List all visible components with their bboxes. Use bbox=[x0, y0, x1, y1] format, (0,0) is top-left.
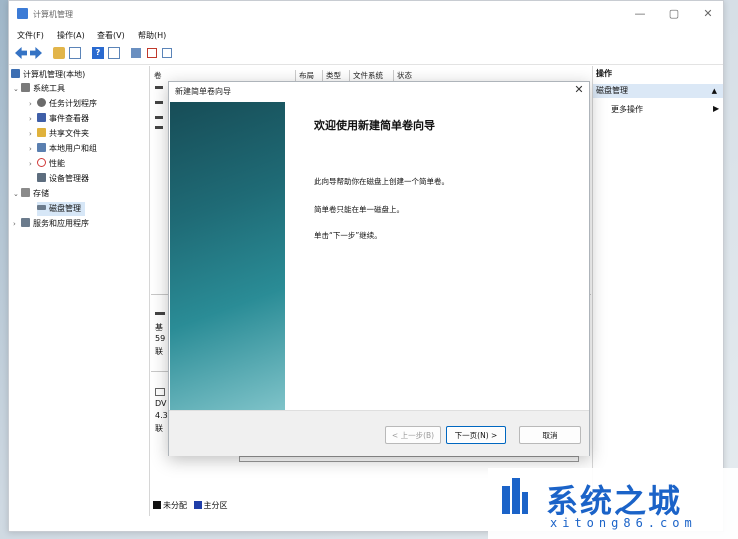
tree-item-shared-folders[interactable]: › 共享文件夹 bbox=[29, 127, 89, 141]
menu-action[interactable]: 操作(A) bbox=[57, 30, 85, 41]
tools-icon bbox=[21, 83, 30, 92]
connect-icon[interactable] bbox=[131, 48, 141, 58]
dvd-icon bbox=[155, 388, 165, 396]
cdrom-status: 联 bbox=[155, 424, 163, 433]
wizard-heading: 欢迎使用新建简单卷向导 bbox=[314, 119, 435, 132]
chevron-right-icon[interactable]: › bbox=[13, 217, 21, 231]
cdrom-size: 4.3 bbox=[155, 411, 168, 420]
chevron-right-icon[interactable]: › bbox=[29, 112, 37, 126]
chevron-down-icon[interactable]: ⌄ bbox=[13, 187, 21, 201]
tree-item-device-manager[interactable]: 设备管理器 bbox=[37, 172, 89, 186]
checklist-icon[interactable] bbox=[147, 48, 157, 58]
up-folder-icon[interactable] bbox=[53, 47, 65, 59]
title-bar: 计算机管理 — ▢ ✕ bbox=[9, 1, 723, 27]
help-icon[interactable]: ? bbox=[92, 47, 104, 59]
view-icon[interactable] bbox=[162, 48, 172, 58]
collapse-arrow-icon[interactable]: ▲ bbox=[712, 84, 717, 98]
tree-item-storage[interactable]: ⌄ 存储 bbox=[13, 187, 49, 201]
device-manager-icon bbox=[37, 173, 46, 182]
navigation-tree: 计算机管理(本地) ⌄ 系统工具 › 任务计划程序 › 事件查看器 › 共享文件夹 › 本… bbox=[9, 66, 150, 516]
performance-icon bbox=[37, 158, 46, 167]
disk0-label: 基 bbox=[155, 323, 163, 332]
wizard-simple-volume-note: 简单卷只能在单一磁盘上。 bbox=[314, 205, 404, 214]
clock-icon bbox=[37, 98, 46, 107]
actions-header: 操作 bbox=[596, 69, 612, 78]
shared-folder-icon bbox=[37, 128, 46, 137]
disk0-size: 59 bbox=[155, 334, 166, 343]
watermark-logo-icon bbox=[502, 478, 528, 518]
cancel-button[interactable]: 取消 bbox=[519, 426, 581, 444]
window-title: 计算机管理 bbox=[33, 10, 73, 19]
horizontal-scrollbar[interactable] bbox=[239, 456, 579, 462]
back-arrow-icon[interactable] bbox=[15, 47, 27, 59]
wizard-title: 新建简单卷向导 bbox=[175, 87, 231, 96]
cdrom-label: DV bbox=[155, 399, 167, 408]
tree-item-task-scheduler[interactable]: › 任务计划程序 bbox=[29, 97, 97, 111]
watermark: 系统之城 xitong86.com bbox=[488, 468, 738, 539]
chevron-down-icon[interactable]: ⌄ bbox=[13, 82, 21, 96]
show-hide-tree-icon[interactable] bbox=[69, 47, 81, 59]
chevron-right-icon[interactable]: › bbox=[29, 142, 37, 156]
menu-file[interactable]: 文件(F) bbox=[17, 30, 44, 41]
legend-unallocated: 未分配 bbox=[163, 501, 187, 510]
volume-row-marker bbox=[155, 116, 163, 119]
wizard-banner-image bbox=[170, 102, 285, 410]
disk-icon bbox=[37, 205, 46, 210]
disk-legend: 未分配 主分区 bbox=[153, 500, 228, 511]
tree-item-local-users[interactable]: › 本地用户和组 bbox=[29, 142, 97, 156]
unallocated-swatch bbox=[153, 501, 161, 509]
chevron-right-icon[interactable]: › bbox=[29, 127, 37, 141]
maximize-button[interactable]: ▢ bbox=[659, 5, 689, 23]
storage-icon bbox=[21, 188, 30, 197]
menu-bar: 文件(F) 操作(A) 查看(V) 帮助(H) bbox=[9, 28, 723, 42]
volume-row-marker bbox=[155, 101, 163, 104]
chevron-right-icon[interactable]: › bbox=[29, 97, 37, 111]
tree-item-event-viewer[interactable]: › 事件查看器 bbox=[29, 112, 89, 126]
wizard-close-button[interactable]: ✕ bbox=[571, 82, 587, 98]
tree-item-disk-management[interactable]: 磁盘管理 bbox=[37, 202, 85, 216]
tree-item-performance[interactable]: › 性能 bbox=[29, 157, 65, 171]
volume-row-marker bbox=[155, 86, 163, 89]
close-button[interactable]: ✕ bbox=[693, 5, 723, 23]
disk0-status: 联 bbox=[155, 347, 163, 356]
tree-item-computer-management[interactable]: 计算机管理(本地) bbox=[11, 68, 85, 82]
chevron-right-icon[interactable]: › bbox=[29, 157, 37, 171]
menu-view[interactable]: 查看(V) bbox=[97, 30, 125, 41]
disk-marker bbox=[155, 312, 165, 315]
wizard-intro-text: 此向导帮助你在磁盘上创建一个简单卷。 bbox=[314, 177, 449, 186]
more-actions-arrow-icon[interactable]: ▶ bbox=[713, 104, 719, 113]
next-button[interactable]: 下一页(N) > bbox=[446, 426, 506, 444]
primary-partition-swatch bbox=[193, 501, 202, 509]
volume-row-marker bbox=[155, 126, 163, 129]
computer-management-icon bbox=[17, 8, 28, 19]
legend-primary: 主分区 bbox=[203, 501, 228, 510]
actions-section-disk-management[interactable]: 磁盘管理 ▲ bbox=[593, 84, 723, 98]
actions-pane: 操作 磁盘管理 ▲ 更多操作 ▶ bbox=[592, 66, 723, 516]
event-viewer-icon bbox=[37, 113, 46, 122]
more-actions[interactable]: 更多操作 bbox=[611, 104, 643, 115]
back-button[interactable]: < 上一步(B) bbox=[385, 426, 441, 444]
toolbar: ? bbox=[9, 44, 723, 65]
forward-arrow-icon[interactable] bbox=[30, 47, 42, 59]
minimize-button[interactable]: — bbox=[625, 5, 655, 23]
tree-item-system-tools[interactable]: ⌄ 系统工具 bbox=[13, 82, 65, 96]
properties-icon[interactable] bbox=[108, 47, 120, 59]
services-icon bbox=[21, 218, 30, 227]
new-simple-volume-wizard: 新建简单卷向导 ✕ 欢迎使用新建简单卷向导 此向导帮助你在磁盘上创建一个简单卷。… bbox=[168, 81, 590, 456]
watermark-url: xitong86.com bbox=[550, 516, 697, 530]
wizard-continue-hint: 单击“下一步”继续。 bbox=[314, 231, 382, 240]
computer-icon bbox=[11, 69, 20, 78]
tree-item-services-apps[interactable]: › 服务和应用程序 bbox=[13, 217, 89, 231]
menu-help[interactable]: 帮助(H) bbox=[138, 30, 166, 41]
users-icon bbox=[37, 143, 46, 152]
